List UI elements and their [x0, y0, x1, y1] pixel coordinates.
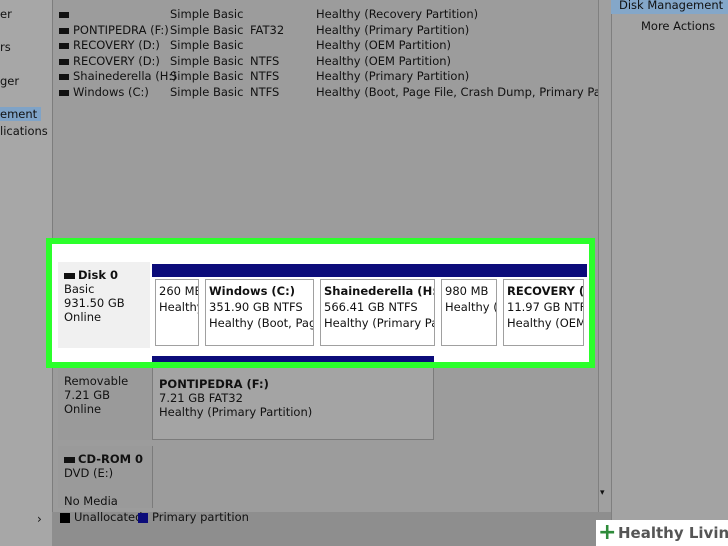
table-row[interactable]: Shainederella (H:) Simple Basic NTFS Hea…: [53, 69, 610, 84]
partition-windows[interactable]: Windows (C:) 351.90 GB NTFS Healthy (Boo…: [202, 264, 317, 348]
nav-item[interactable]: lications: [0, 124, 48, 138]
actions-pane: [611, 0, 728, 546]
partition-bar: [500, 264, 587, 277]
scroll-down-icon[interactable]: ▾: [600, 488, 605, 498]
cdrom-label[interactable]: CD-ROM 0 DVD (E:) No Media: [58, 446, 153, 508]
volume-icon: [59, 89, 69, 96]
plus-icon: +: [598, 520, 617, 545]
partition-recovery-d[interactable]: RECOVERY (D: 11.97 GB NTFS Healthy (OEM …: [500, 264, 587, 348]
volume-icon: [59, 73, 69, 80]
table-row[interactable]: RECOVERY (D:) Simple Basic NTFS Healthy …: [53, 54, 610, 69]
partition-system[interactable]: 260 MB Healthy: [152, 264, 202, 348]
volume-icon: [59, 11, 69, 18]
vertical-scrollbar[interactable]: ▾: [598, 0, 611, 512]
nav-item-disk-management[interactable]: ement: [0, 107, 42, 121]
legend: Unallocated Primary partition: [53, 508, 598, 526]
partition-bar: [152, 356, 434, 362]
volume-list: Simple Basic Healthy (Recovery Partition…: [53, 0, 640, 238]
left-scrollbar[interactable]: ›: [0, 512, 52, 546]
scroll-right-icon[interactable]: ›: [37, 512, 42, 526]
partition-recovery-small[interactable]: 980 MB Healthy (F: [438, 264, 500, 348]
partition-pontipedra[interactable]: PONTIPEDRA (F:) 7.21 GB FAT32 Healthy (P…: [152, 360, 434, 440]
unallocated-swatch: [60, 512, 70, 523]
volume-icon: [59, 27, 69, 34]
table-row[interactable]: Windows (C:) Simple Basic NTFS Healthy (…: [53, 85, 640, 100]
disk-0-label[interactable]: Disk 0 Basic 931.50 GB Online: [58, 262, 150, 348]
actions-title: Disk Management: [611, 0, 728, 14]
volume-icon: [59, 42, 69, 49]
partition-bar: [202, 264, 317, 277]
healthy-living-logo: + Healthy Living: [596, 520, 728, 546]
cdrom-icon: [64, 456, 75, 463]
nav-item[interactable]: ger: [0, 74, 19, 88]
table-row[interactable]: PONTIPEDRA (F:) Simple Basic FAT32 Healt…: [53, 23, 610, 38]
disk-icon: [64, 272, 75, 279]
partition-bar: [152, 264, 202, 277]
partition-shainederella[interactable]: Shainederella (H:) 566.41 GB NTFS Health…: [317, 264, 438, 348]
nav-item[interactable]: er: [0, 7, 12, 21]
nav-item[interactable]: rs: [0, 40, 11, 54]
table-row[interactable]: RECOVERY (D:) Simple Basic Healthy (OEM …: [53, 38, 610, 53]
partition-bar: [317, 264, 438, 277]
volume-icon: [59, 58, 69, 65]
more-actions-link[interactable]: More Actions: [630, 19, 715, 33]
primary-swatch: [138, 512, 148, 523]
partition-bar: [438, 264, 500, 277]
disk-1-label[interactable]: Removable 7.21 GB Online: [58, 360, 153, 440]
table-row[interactable]: Simple Basic Healthy (Recovery Partition…: [53, 7, 610, 22]
